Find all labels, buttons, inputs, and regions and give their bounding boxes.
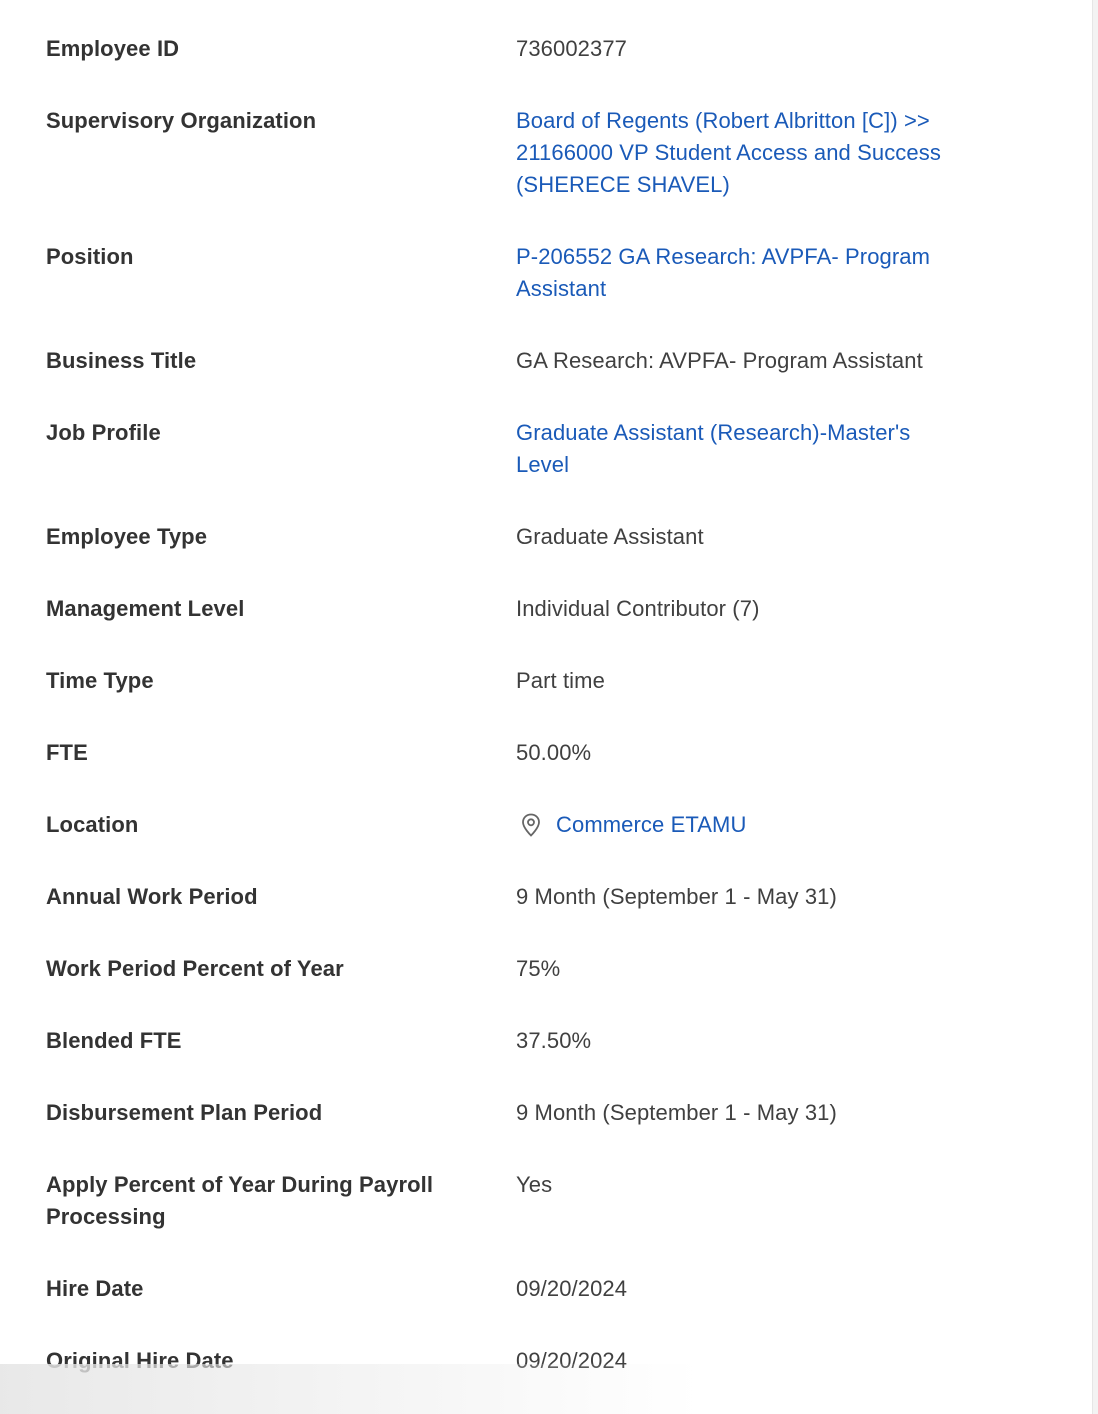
employee-id-label: Employee ID	[46, 36, 180, 61]
annual-work-period-label: Annual Work Period	[46, 884, 258, 909]
field-row-time-type: Time Type Part time	[46, 665, 1036, 697]
field-row-disbursement-plan-period: Disbursement Plan Period 9 Month (Septem…	[46, 1097, 1036, 1129]
disbursement-plan-period-label: Disbursement Plan Period	[46, 1100, 323, 1125]
field-row-employee-type: Employee Type Graduate Assistant	[46, 521, 1036, 553]
apply-percent-of-year-label: Apply Percent of Year During Payroll Pro…	[46, 1172, 434, 1229]
location-link[interactable]: Commerce ETAMU	[556, 809, 746, 841]
supervisory-organization-link[interactable]: Board of Regents (Robert Albritton [C]) …	[516, 105, 986, 201]
supervisory-organization-label: Supervisory Organization	[46, 108, 317, 133]
field-row-location: Location Commerce ETAMU	[46, 809, 1036, 841]
panel-right-edge	[1092, 0, 1098, 1414]
business-title-label: Business Title	[46, 348, 197, 373]
apply-percent-of-year-value: Yes	[516, 1172, 553, 1197]
field-row-annual-work-period: Annual Work Period 9 Month (September 1 …	[46, 881, 1036, 913]
employee-type-label: Employee Type	[46, 524, 208, 549]
field-list: Employee ID 736002377 Supervisory Organi…	[46, 33, 1036, 1414]
location-label: Location	[46, 812, 139, 837]
hire-date-label: Hire Date	[46, 1276, 144, 1301]
business-title-value: GA Research: AVPFA- Program Assistant	[516, 348, 923, 373]
time-type-value: Part time	[516, 668, 605, 693]
position-label: Position	[46, 244, 134, 269]
field-row-position: Position P-206552 GA Research: AVPFA- Pr…	[46, 241, 1036, 305]
fte-value: 50.00%	[516, 740, 592, 765]
position-link[interactable]: P-206552 GA Research: AVPFA- Program Ass…	[516, 241, 986, 305]
original-hire-date-label: Original Hire Date	[46, 1348, 234, 1373]
time-type-label: Time Type	[46, 668, 154, 693]
field-row-business-title: Business Title GA Research: AVPFA- Progr…	[46, 345, 1036, 377]
work-period-percent-label: Work Period Percent of Year	[46, 956, 344, 981]
fte-label: FTE	[46, 740, 88, 765]
field-row-management-level: Management Level Individual Contributor …	[46, 593, 1036, 625]
location-pin-icon	[520, 812, 542, 838]
field-row-fte: FTE 50.00%	[46, 737, 1036, 769]
employee-type-value: Graduate Assistant	[516, 524, 704, 549]
job-profile-link[interactable]: Graduate Assistant (Research)-Master's L…	[516, 417, 986, 481]
employee-id-value: 736002377	[516, 36, 628, 61]
annual-work-period-value: 9 Month (September 1 - May 31)	[516, 884, 837, 909]
worker-details-panel: Employee ID 736002377 Supervisory Organi…	[0, 0, 1092, 1414]
work-period-percent-value: 75%	[516, 956, 561, 981]
location-value: Commerce ETAMU	[516, 809, 986, 841]
field-row-supervisory-organization: Supervisory Organization Board of Regent…	[46, 105, 1036, 201]
disbursement-plan-period-value: 9 Month (September 1 - May 31)	[516, 1100, 837, 1125]
job-profile-label: Job Profile	[46, 420, 161, 445]
management-level-value: Individual Contributor (7)	[516, 596, 760, 621]
field-row-original-hire-date: Original Hire Date 09/20/2024	[46, 1345, 1036, 1377]
blended-fte-value: 37.50%	[516, 1028, 592, 1053]
original-hire-date-value: 09/20/2024	[516, 1348, 628, 1373]
field-row-blended-fte: Blended FTE 37.50%	[46, 1025, 1036, 1057]
field-row-employee-id: Employee ID 736002377	[46, 33, 1036, 65]
hire-date-value: 09/20/2024	[516, 1276, 628, 1301]
field-row-hire-date: Hire Date 09/20/2024	[46, 1273, 1036, 1305]
management-level-label: Management Level	[46, 596, 245, 621]
field-row-work-period-percent: Work Period Percent of Year 75%	[46, 953, 1036, 985]
blended-fte-label: Blended FTE	[46, 1028, 182, 1053]
field-row-apply-percent-of-year: Apply Percent of Year During Payroll Pro…	[46, 1169, 1036, 1233]
field-row-job-profile: Job Profile Graduate Assistant (Research…	[46, 417, 1036, 481]
